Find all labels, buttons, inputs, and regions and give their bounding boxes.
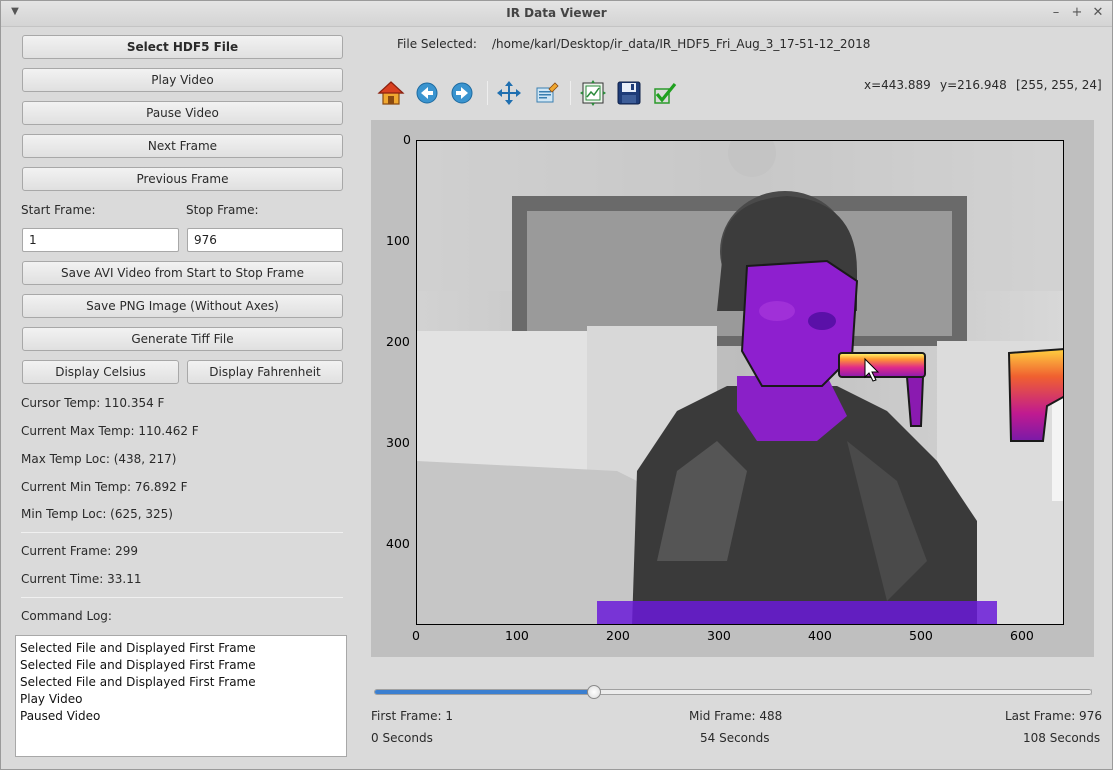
configure-subplots-icon[interactable] [579, 79, 607, 107]
start-frame-label: Start Frame: [21, 203, 96, 217]
display-celsius-button[interactable]: Display Celsius [22, 360, 179, 384]
y-tick-label: 100 [386, 233, 410, 248]
slider-fill [375, 690, 593, 694]
log-entry: Selected File and Displayed First Frame [20, 658, 256, 672]
max-temp-loc-label: Max Temp Loc: (438, 217) [21, 452, 177, 466]
command-log-label: Command Log: [21, 609, 112, 623]
save-icon[interactable] [615, 79, 643, 107]
stop-frame-input[interactable]: 976 [187, 228, 343, 252]
stop-frame-label: Stop Frame: [186, 203, 259, 217]
divider [21, 597, 343, 598]
y-tick-label: 200 [386, 334, 410, 349]
x-tick-label: 100 [505, 628, 529, 643]
window-title: IR Data Viewer [506, 6, 607, 20]
close-icon[interactable]: ✕ [1090, 5, 1106, 21]
select-hdf5-button[interactable]: Select HDF5 File [22, 35, 343, 59]
pan-icon[interactable] [495, 79, 523, 107]
file-path: /home/karl/Desktop/ir_data/IR_HDF5_Fri_A… [492, 37, 871, 51]
cursor-temp-label: Cursor Temp: 110.354 F [21, 396, 165, 410]
minimize-icon[interactable]: – [1048, 5, 1064, 21]
start-frame-input[interactable]: 1 [22, 228, 179, 252]
toolbar-separator [487, 81, 488, 105]
x-tick-label: 300 [707, 628, 731, 643]
coord-y-readout: y=216.948 [940, 78, 1007, 92]
y-tick-label: 0 [403, 132, 411, 147]
mid-seconds-label: 54 Seconds [700, 731, 770, 745]
divider [21, 532, 343, 533]
back-arrow-icon[interactable] [413, 79, 441, 107]
app-window: ▼ IR Data Viewer – + ✕ Select HDF5 File … [0, 0, 1113, 770]
first-frame-label: First Frame: 1 [371, 709, 453, 723]
display-fahrenheit-button[interactable]: Display Fahrenheit [187, 360, 343, 384]
toolbar-separator [570, 81, 571, 105]
current-frame-label: Current Frame: 299 [21, 544, 139, 558]
mid-frame-label: Mid Frame: 488 [689, 709, 783, 723]
forward-arrow-icon[interactable] [448, 79, 476, 107]
x-tick-label: 500 [909, 628, 933, 643]
x-tick-label: 400 [808, 628, 832, 643]
log-entry: Play Video [20, 692, 83, 706]
pause-video-button[interactable]: Pause Video [22, 101, 343, 125]
pixel-value-readout: [255, 255, 24] [1016, 78, 1102, 92]
coord-x-readout: x=443.889 [864, 78, 931, 92]
last-frame-label: Last Frame: 976 [1005, 709, 1102, 723]
home-icon[interactable] [377, 79, 405, 107]
title-bar: ▼ IR Data Viewer – + ✕ [1, 1, 1112, 27]
next-frame-button[interactable]: Next Frame [22, 134, 343, 158]
min-temp-loc-label: Min Temp Loc: (625, 325) [21, 507, 173, 521]
y-tick-label: 300 [386, 435, 410, 450]
generate-tiff-button[interactable]: Generate Tiff File [22, 327, 343, 351]
x-tick-label: 600 [1010, 628, 1034, 643]
slider-handle[interactable] [587, 685, 601, 699]
command-log[interactable]: Selected File and Displayed First Frame … [15, 635, 347, 757]
max-temp-label: Current Max Temp: 110.462 F [21, 424, 199, 438]
save-avi-button[interactable]: Save AVI Video from Start to Stop Frame [22, 261, 343, 285]
log-entry: Selected File and Displayed First Frame [20, 675, 256, 689]
current-time-label: Current Time: 33.11 [21, 572, 142, 586]
start-seconds-label: 0 Seconds [371, 731, 433, 745]
log-entry: Paused Video [20, 709, 101, 723]
check-icon[interactable] [651, 79, 679, 107]
y-tick-label: 400 [386, 536, 410, 551]
play-video-button[interactable]: Play Video [22, 68, 343, 92]
end-seconds-label: 108 Seconds [1023, 731, 1101, 745]
log-entry: Selected File and Displayed First Frame [20, 641, 256, 655]
min-temp-label: Current Min Temp: 76.892 F [21, 480, 188, 494]
zoom-icon[interactable] [532, 79, 560, 107]
file-selected-label: File Selected: [397, 37, 477, 51]
x-tick-label: 0 [412, 628, 420, 643]
thermal-image[interactable] [416, 140, 1064, 625]
thermal-image-graphic [417, 141, 1063, 624]
frame-slider[interactable] [374, 689, 1092, 695]
x-tick-label: 200 [606, 628, 630, 643]
save-png-button[interactable]: Save PNG Image (Without Axes) [22, 294, 343, 318]
previous-frame-button[interactable]: Previous Frame [22, 167, 343, 191]
maximize-icon[interactable]: + [1069, 5, 1085, 21]
